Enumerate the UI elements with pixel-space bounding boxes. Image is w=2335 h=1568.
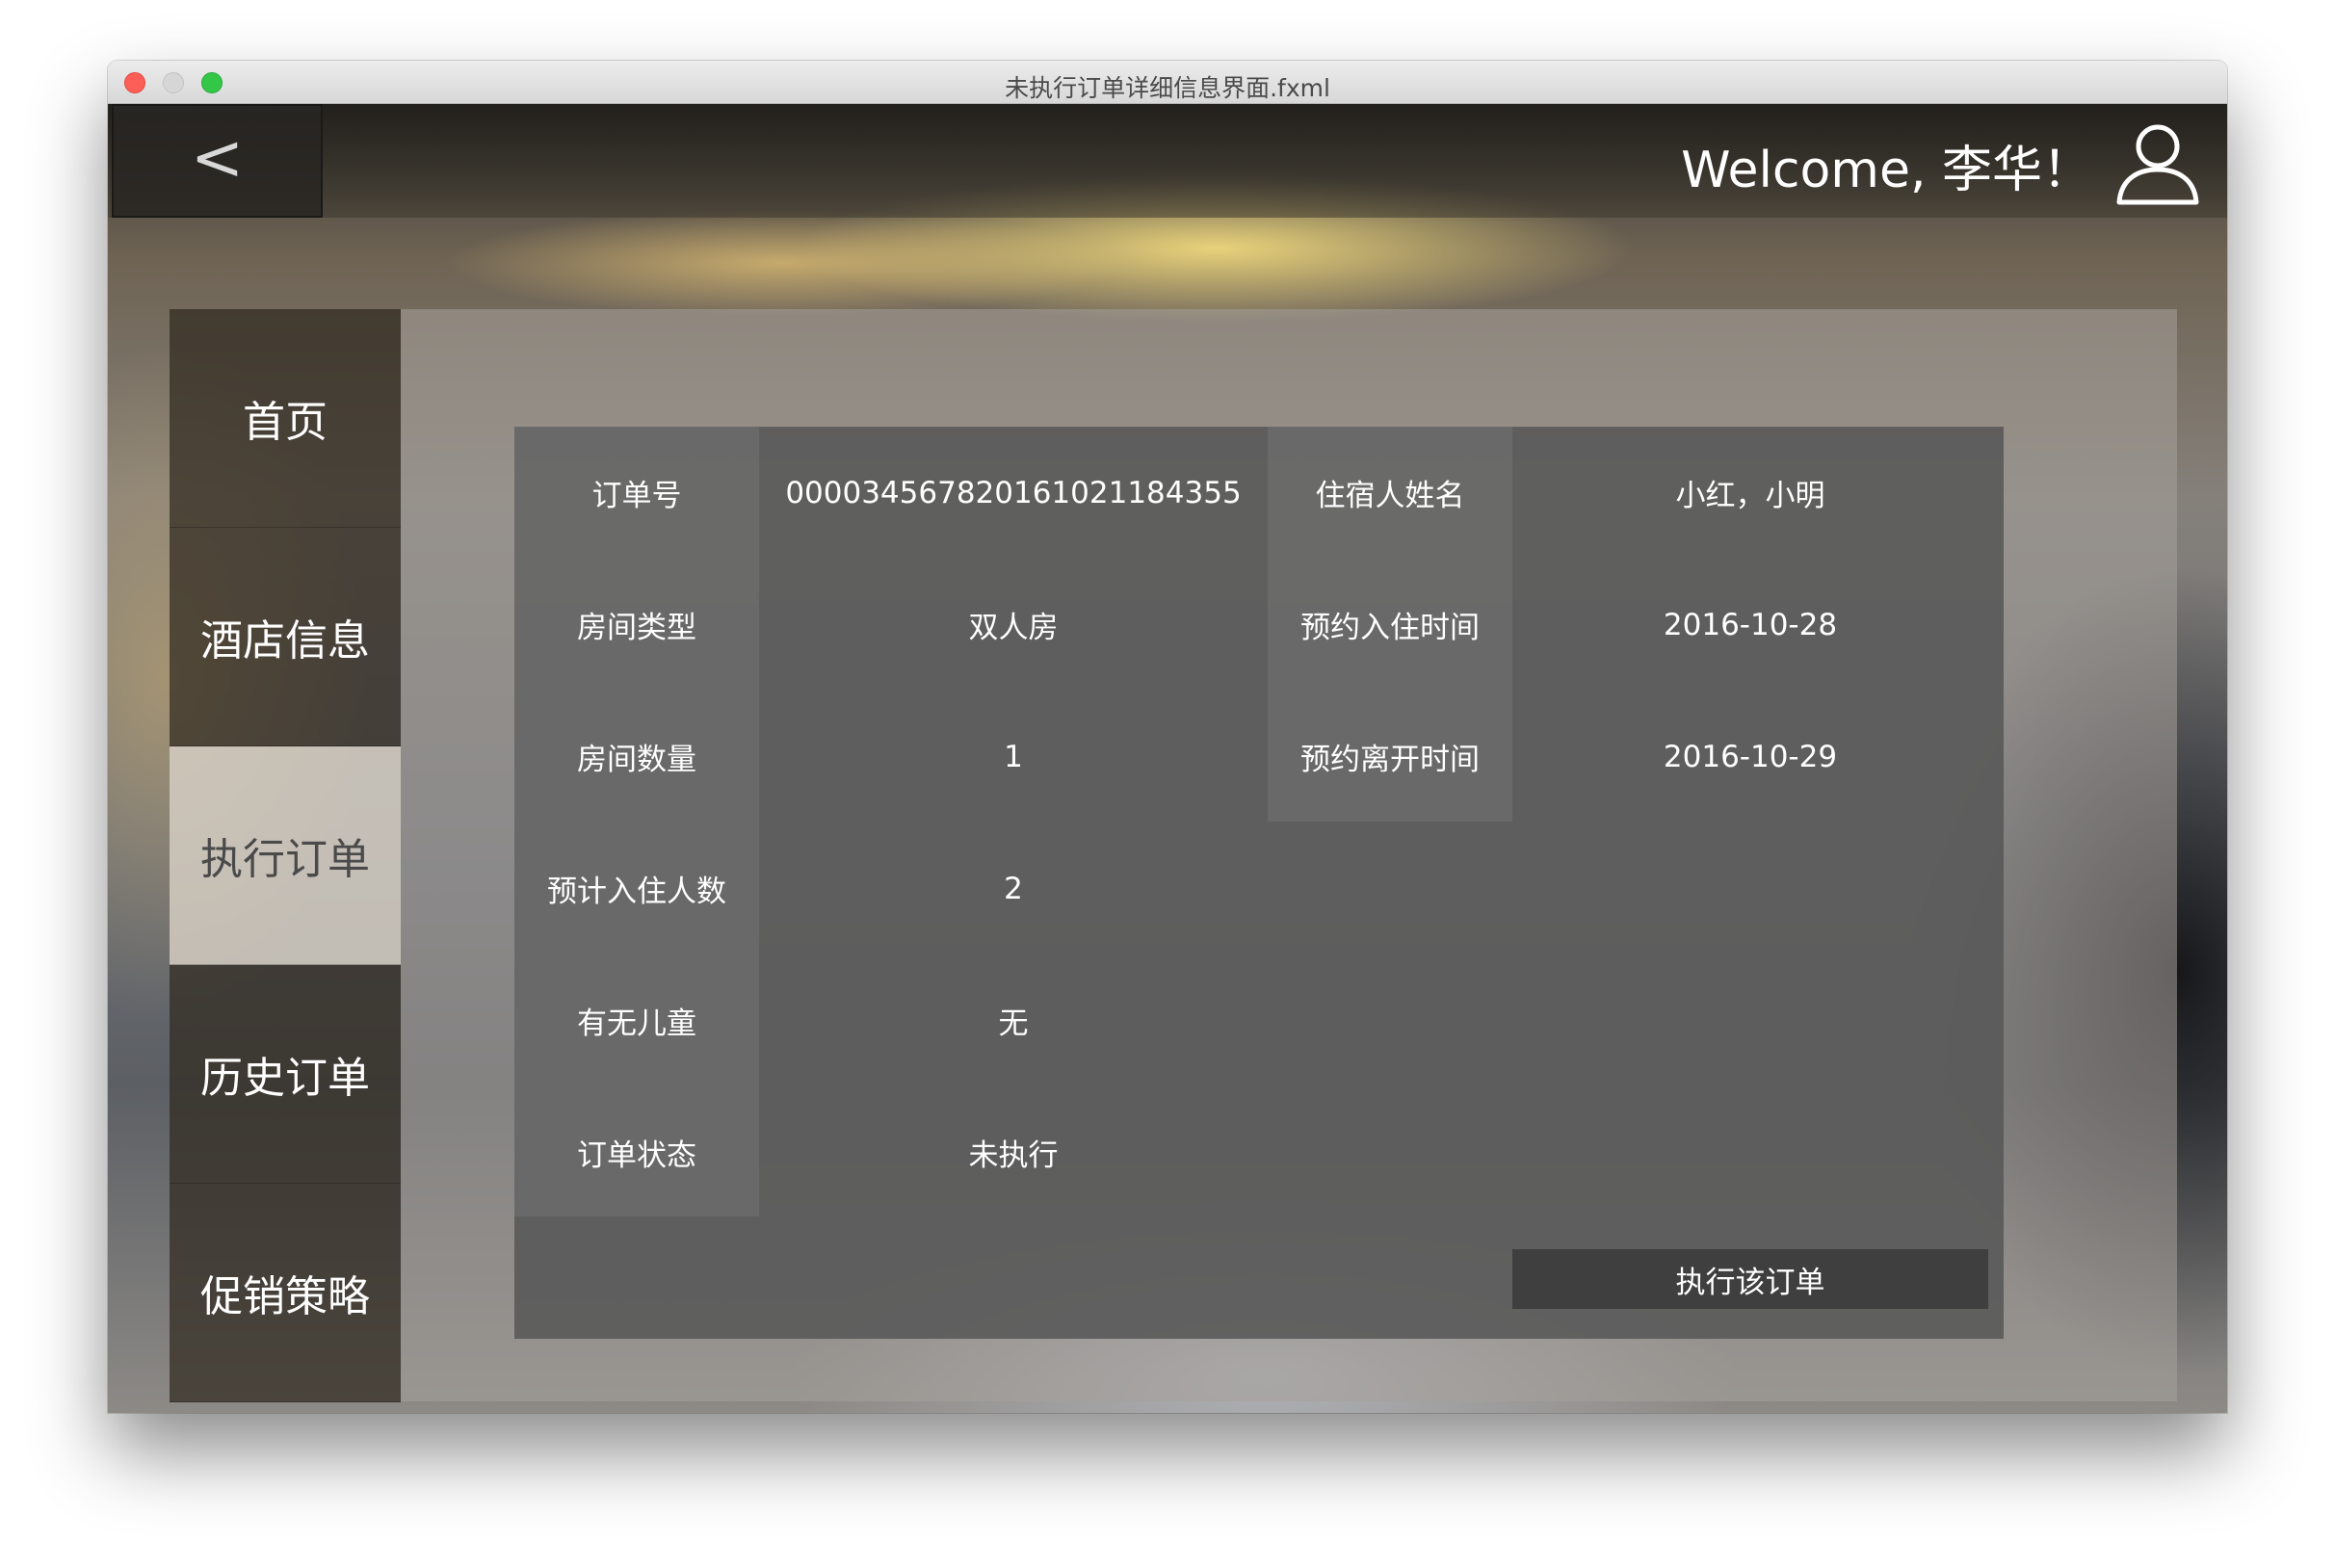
order-number-label: 订单号 [591,479,682,513]
sidebar-item-home[interactable]: 首页 [170,309,401,528]
guest-names-label: 住宿人姓名 [1315,479,1465,513]
app-window: 未执行订单详细信息界面.fxml < Welcome, 李华！ 首页 酒店信息 … [108,61,2227,1413]
order-status-value: 未执行 [968,1138,1059,1173]
order-number-value: 000034567820161021184355 [785,475,1242,510]
header-bar: < Welcome, 李华！ [108,104,2227,218]
execute-order-button[interactable]: 执行该订单 [1512,1249,1988,1309]
order-detail-card: 订单号 000034567820161021184355 房间类型 双人房 房间… [514,427,2004,1339]
check-in-value: 2016-10-28 [1663,607,1838,642]
check-out-value: 2016-10-29 [1663,739,1838,774]
app-content: < Welcome, 李华！ 首页 酒店信息 执行订单 历史订单 促销策略 订单… [108,104,2227,1413]
sidebar-item-execute-orders[interactable]: 执行订单 [170,746,401,965]
guest-count-value: 2 [1004,871,1023,906]
room-count-value: 1 [1004,739,1023,774]
room-type-label: 房间类型 [577,611,696,645]
main-panel: 订单号 000034567820161021184355 房间类型 双人房 房间… [401,309,2177,1401]
guest-names-value: 小红，小明 [1675,479,1825,513]
room-count-label: 房间数量 [577,743,696,777]
sidebar-item-hotel-info[interactable]: 酒店信息 [170,528,401,746]
sidebar-nav: 首页 酒店信息 执行订单 历史订单 促销策略 [170,309,401,1402]
sidebar-item-history-orders[interactable]: 历史订单 [170,965,401,1184]
check-out-label: 预约离开时间 [1300,743,1480,777]
children-value: 无 [998,1006,1029,1041]
guest-count-label: 预计入住人数 [547,875,726,909]
back-button[interactable]: < [112,104,323,218]
sidebar-item-promotions[interactable]: 促销策略 [170,1184,401,1402]
order-status-label: 订单状态 [577,1138,696,1173]
children-label: 有无儿童 [577,1006,696,1041]
title-bar: 未执行订单详细信息界面.fxml [108,61,2227,104]
window-title: 未执行订单详细信息界面.fxml [1005,74,1330,102]
user-icon[interactable] [2112,118,2204,210]
welcome-text: Welcome, 李华！ [1681,142,2092,199]
room-type-value: 双人房 [968,611,1059,645]
check-in-label: 预约入住时间 [1300,611,1480,645]
